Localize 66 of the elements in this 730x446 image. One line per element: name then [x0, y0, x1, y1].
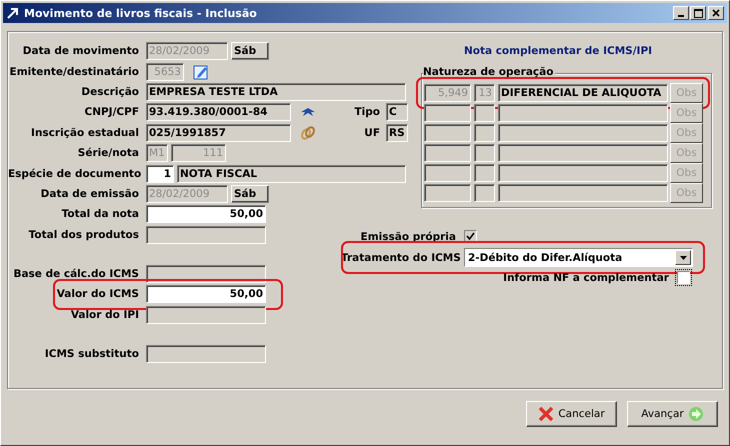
- input-field[interactable]: [474, 124, 495, 142]
- dropdown[interactable]: 2-Débito do Difer.Alíquota: [464, 248, 693, 267]
- field-label: UF: [363, 126, 381, 139]
- input-field[interactable]: [498, 144, 668, 162]
- section-title: Nota complementar de ICMS/IPI: [462, 44, 654, 59]
- input-field[interactable]: NOTA FISCAL: [177, 164, 406, 183]
- next-button[interactable]: Avançar: [627, 401, 718, 427]
- arrow-right-icon: [688, 406, 704, 422]
- field-label: Descrição: [80, 86, 140, 98]
- input-field[interactable]: [498, 164, 668, 182]
- field-label: Total dos produtos: [28, 228, 140, 241]
- input-field[interactable]: [474, 184, 495, 202]
- field-label: Data de movimento: [22, 45, 140, 58]
- close-button[interactable]: [708, 6, 724, 20]
- cancel-button[interactable]: Cancelar: [526, 401, 617, 427]
- weekday-label: Sáb: [231, 42, 269, 60]
- input-field[interactable]: [146, 345, 266, 364]
- field-label: Emitente/destinatário: [8, 66, 140, 78]
- input-field[interactable]: C: [386, 103, 408, 122]
- checkbox[interactable]: [677, 271, 690, 284]
- input-field[interactable]: 025/1991857: [146, 124, 291, 142]
- field-label: Base de cálc.do ICMS: [12, 268, 140, 280]
- input-field[interactable]: [424, 144, 471, 162]
- caret-icon[interactable]: [675, 250, 691, 265]
- input-field[interactable]: [498, 104, 668, 122]
- input-field[interactable]: DIFERENCIAL DE ALIQUOTA: [498, 84, 668, 102]
- weekday-label: Sáb: [231, 184, 269, 203]
- field-label: Série/nota: [76, 147, 140, 160]
- input-field[interactable]: [424, 124, 471, 142]
- field-label: ICMS substituto: [44, 348, 140, 360]
- input-field[interactable]: 50,00: [146, 205, 266, 224]
- input-field[interactable]: 93.419.380/0001-84: [146, 103, 291, 122]
- input-field[interactable]: [498, 184, 668, 202]
- field-label: Total da nota: [60, 208, 140, 220]
- input-field[interactable]: 1: [146, 164, 174, 183]
- input-field[interactable]: [498, 124, 668, 142]
- input-field[interactable]: [474, 104, 495, 122]
- field-label: CNPJ/CPF: [83, 106, 140, 118]
- input-field[interactable]: EMPRESA TESTE LTDA: [146, 82, 406, 101]
- input-field[interactable]: 50,00: [146, 285, 266, 304]
- input-field[interactable]: [424, 104, 471, 122]
- field-label: Valor do IPI: [70, 308, 140, 321]
- group-label: Natureza de operação: [423, 66, 556, 78]
- field-label: Tipo: [354, 106, 381, 118]
- input-field[interactable]: RS: [386, 124, 408, 142]
- edit-icon[interactable]: [193, 64, 209, 80]
- maximize-icon: [694, 8, 702, 18]
- minimize-button[interactable]: [673, 6, 689, 20]
- input-field[interactable]: [424, 184, 471, 202]
- maximize-button[interactable]: [690, 6, 706, 20]
- field-label: Inscrição estadual: [30, 126, 140, 139]
- field-label: Data de emissão: [40, 188, 140, 200]
- input-field[interactable]: [424, 164, 471, 182]
- field-label: Valor do ICMS: [56, 288, 140, 300]
- input-field[interactable]: [474, 164, 495, 182]
- field-label: Espécie de documento: [8, 168, 142, 180]
- input-field[interactable]: [474, 144, 495, 162]
- checkbox-label: Informa NF a complementar: [503, 272, 670, 284]
- input-field[interactable]: [146, 306, 266, 324]
- checkbox-label: Emissão própria: [360, 230, 457, 242]
- input-field[interactable]: [146, 226, 266, 244]
- window-title: Movimento de livros fiscais - Inclusão: [24, 6, 258, 20]
- close-icon: [712, 9, 720, 17]
- arrow-icon: [6, 6, 20, 20]
- close-icon: [538, 406, 554, 422]
- field-label: Tratamento do ICMS: [341, 252, 462, 264]
